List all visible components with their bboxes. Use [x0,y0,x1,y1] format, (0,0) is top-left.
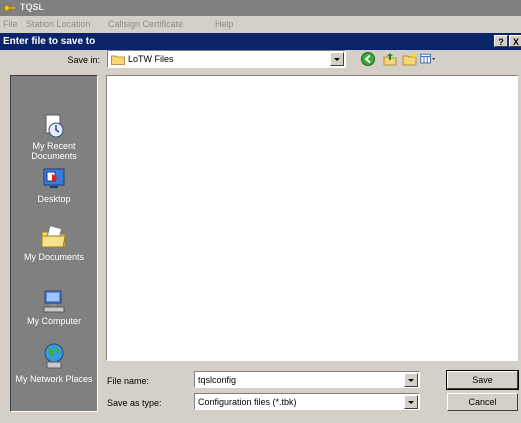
save-in-dropdown[interactable]: LoTW Files [107,50,346,68]
menu-file[interactable]: File [3,19,18,29]
dialog-title-bar: Enter file to save to ? X [0,33,521,50]
my-documents-icon [41,225,66,248]
file-name-input[interactable]: tqslconfig [194,371,420,388]
place-label: My Computer [26,316,81,326]
chevron-down-icon[interactable] [330,52,344,66]
key-icon [3,4,17,12]
desktop-icon [43,168,65,188]
cancel-button[interactable]: Cancel [447,393,518,411]
file-list[interactable] [106,75,518,361]
save-as-type-label: Save as type: [107,398,162,408]
place-label: My Network Places [15,374,93,384]
save-in-label: Save in: [67,55,100,65]
my-computer-icon [43,290,65,313]
place-desktop[interactable]: Desktop [11,166,97,204]
save-button[interactable]: Save [446,370,519,390]
menu-help[interactable]: Help [215,19,234,29]
place-my-network-places[interactable]: My Network Places [11,342,97,384]
places-bar: My Recent Documents Desktop My Documents… [10,75,98,412]
menu-bar: File Station Location Callsign Certifica… [0,16,521,32]
place-my-documents[interactable]: My Documents [11,224,97,262]
save-as-type-dropdown[interactable]: Configuration files (*.tbk) [194,393,420,410]
place-label: My Recent Documents [31,141,77,161]
file-name-label: File name: [107,376,150,386]
chevron-down-icon[interactable] [404,395,418,409]
menu-callsign-certificate[interactable]: Callsign Certificate [108,19,183,29]
new-folder-icon[interactable] [402,51,418,67]
close-button[interactable]: X [509,35,521,47]
up-folder-icon[interactable] [382,51,398,67]
menu-station-location[interactable]: Station Location [26,19,91,29]
help-button[interactable]: ? [494,35,508,47]
chevron-down-icon[interactable] [404,373,418,387]
views-menu-icon[interactable] [420,51,436,67]
place-label: My Documents [23,252,85,262]
place-my-computer[interactable]: My Computer [11,288,97,326]
recent-documents-icon [45,114,64,138]
place-my-recent-documents[interactable]: My Recent Documents [11,113,97,161]
save-as-type-value: Configuration files (*.tbk) [198,397,297,407]
save-in-value: LoTW Files [128,54,174,64]
app-title: TQSL [20,2,44,12]
app-title-bar: TQSL [0,0,521,16]
back-icon[interactable] [360,51,376,67]
place-label: Desktop [37,194,71,204]
file-name-value: tqslconfig [198,375,237,385]
folder-icon [111,55,125,65]
dialog-title: Enter file to save to [3,36,96,47]
network-places-icon [44,343,64,369]
